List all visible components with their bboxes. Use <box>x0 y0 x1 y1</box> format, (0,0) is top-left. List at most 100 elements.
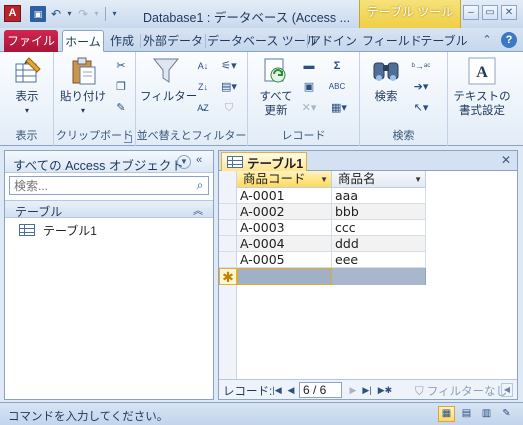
tab-separator <box>140 34 141 48</box>
replace-icon[interactable]: ᵇ→ᵃᶜ <box>410 58 432 74</box>
toggle-filter-icon[interactable]: ⛉ <box>218 100 240 116</box>
tab-separator <box>307 34 308 48</box>
nav-search-input[interactable] <box>9 176 209 195</box>
format-painter-icon[interactable]: ✎ <box>112 100 130 116</box>
close-icon[interactable]: ✕ <box>501 5 517 20</box>
new-record-cell[interactable] <box>237 268 332 285</box>
table-cell[interactable]: bbb <box>332 204 426 220</box>
column-filter-dropdown-icon[interactable]: ▼ <box>414 171 422 188</box>
table-cell[interactable]: ddd <box>332 236 426 252</box>
design-view-icon[interactable]: ✎ <box>498 406 515 422</box>
tab-file[interactable]: ファイル <box>4 30 58 52</box>
tab-create[interactable]: 作成 <box>106 30 138 52</box>
tab-fields[interactable]: フィールド <box>362 30 422 52</box>
undo-dropdown-icon[interactable]: ▾ <box>66 6 73 22</box>
pivotchart-view-icon[interactable]: ▥ <box>478 406 495 422</box>
minimize-ribbon-icon[interactable]: ⌃ <box>479 32 495 48</box>
record-selector[interactable] <box>219 220 237 236</box>
undo-icon[interactable]: ↶ <box>48 6 64 22</box>
redo-icon[interactable]: ↷ <box>75 6 91 22</box>
selection-filter-icon[interactable]: ⚟▾ <box>218 58 240 74</box>
table-cell[interactable]: aaa <box>332 188 426 204</box>
nav-group-tables[interactable]: テーブル ︽ <box>5 200 213 219</box>
quick-access-toolbar: ▣ ↶ ▾ ↷ ▾ ▾ <box>30 6 118 22</box>
refresh-all-button[interactable]: すべて 更新 <box>252 55 300 118</box>
clear-sort-icon[interactable]: A̶Z <box>194 100 212 116</box>
group-label-records: レコード <box>281 130 326 142</box>
tab-home[interactable]: ホーム <box>62 30 104 52</box>
cut-icon[interactable]: ✂ <box>112 58 130 74</box>
customize-qat-icon[interactable]: ▾ <box>111 6 118 22</box>
table-cell[interactable]: A-0004 <box>237 236 332 252</box>
view-label: 表示 <box>15 91 39 103</box>
tab-addins[interactable]: アドイン <box>309 30 357 52</box>
filter-status[interactable]: ⛉ フィルターなし <box>415 383 507 399</box>
spelling-icon[interactable]: ABC <box>326 79 348 95</box>
paste-button[interactable]: 貼り付け ▾ <box>58 55 108 118</box>
new-record-cell[interactable] <box>332 268 426 285</box>
column-filter-dropdown-icon[interactable]: ▼ <box>320 171 328 188</box>
tab-database-tools[interactable]: データベース ツール <box>207 30 318 52</box>
tab-separator <box>205 34 206 48</box>
find-button[interactable]: 検索 <box>366 55 406 104</box>
advanced-filter-icon[interactable]: ▤▾ <box>218 79 240 95</box>
horizontal-scroll-icon[interactable]: ◀ <box>501 383 513 397</box>
table-cell[interactable]: eee <box>332 252 426 268</box>
close-icon[interactable]: ✕ <box>501 153 511 167</box>
qat-separator <box>105 7 106 21</box>
nav-pane-header[interactable]: すべての Access オブジェクト ▼ « <box>5 151 213 173</box>
delete-record-icon[interactable]: ✕▾ <box>298 100 320 116</box>
status-text: コマンドを入力してください。 <box>8 411 169 423</box>
sort-ascending-icon[interactable]: A↓ <box>194 58 212 74</box>
select-icon[interactable]: ↖▾ <box>410 100 432 116</box>
goto-icon[interactable]: ➔▾ <box>410 79 432 95</box>
new-record-icon[interactable]: ▬ <box>300 58 318 74</box>
table-cell[interactable]: A-0005 <box>237 252 332 268</box>
copy-icon[interactable]: ❐ <box>112 79 130 95</box>
record-selector[interactable] <box>219 204 237 220</box>
access-app-icon[interactable]: A <box>4 5 21 22</box>
table-cell[interactable]: A-0003 <box>237 220 332 236</box>
table-cell[interactable]: A-0001 <box>237 188 332 204</box>
save-icon[interactable]: ▣ <box>30 6 46 22</box>
datasheet-view-icon[interactable]: ▦ <box>438 406 455 422</box>
totals-icon[interactable]: Σ <box>328 58 346 74</box>
column-header-product-code[interactable]: 商品コード ▼ <box>237 171 332 188</box>
minimize-icon[interactable]: – <box>463 5 479 20</box>
maximize-icon[interactable]: ▭ <box>482 5 498 20</box>
new-blank-record-icon[interactable]: ▶✱ <box>377 383 393 397</box>
nav-pane-menu-icon[interactable]: ▼ <box>177 155 191 169</box>
record-selector[interactable] <box>219 188 237 204</box>
view-button[interactable]: 表示 ▾ <box>6 55 48 118</box>
save-record-icon[interactable]: ▣ <box>300 79 318 95</box>
paste-label: 貼り付け <box>60 91 106 103</box>
next-record-icon[interactable]: ▶ <box>347 383 359 397</box>
search-icon[interactable]: ⌕ <box>193 178 207 192</box>
first-record-icon[interactable]: |◀ <box>271 383 283 397</box>
pivottable-view-icon[interactable]: ▤ <box>458 406 475 422</box>
redo-dropdown-icon[interactable]: ▾ <box>93 6 100 22</box>
last-record-icon[interactable]: ▶| <box>361 383 373 397</box>
filter-button[interactable]: フィルター <box>140 55 197 104</box>
nav-item-table1[interactable]: テーブル1 <box>19 221 97 239</box>
paste-icon <box>72 57 96 85</box>
document-tab-bar: テーブル1 ✕ <box>219 151 517 171</box>
ribbon-tabs: ファイル ホーム 作成 外部データ データベース ツール アドイン フィールド … <box>0 28 523 52</box>
help-icon[interactable]: ? <box>501 32 517 48</box>
table-cell[interactable]: ccc <box>332 220 426 236</box>
column-header-product-name[interactable]: 商品名 ▼ <box>332 171 426 188</box>
sort-descending-icon[interactable]: Z↓ <box>194 79 212 95</box>
text-formatting-button[interactable]: A テキストの 書式設定 <box>450 55 514 118</box>
table-cell[interactable]: A-0002 <box>237 204 332 220</box>
new-record-marker[interactable]: ✱ <box>219 268 237 285</box>
nav-pane-collapse-icon[interactable]: « <box>196 154 202 166</box>
more-records-icon[interactable]: ▦▾ <box>328 100 350 116</box>
record-selector[interactable] <box>219 236 237 252</box>
current-record-field[interactable]: 6 / 6 <box>299 382 342 398</box>
tab-table[interactable]: テーブル <box>420 30 468 52</box>
clipboard-launcher-icon[interactable] <box>124 135 132 143</box>
record-selector[interactable] <box>219 252 237 268</box>
tab-external-data[interactable]: 外部データ <box>142 30 204 52</box>
previous-record-icon[interactable]: ◀ <box>285 383 297 397</box>
document-tab-table1[interactable]: テーブル1 <box>221 152 307 171</box>
